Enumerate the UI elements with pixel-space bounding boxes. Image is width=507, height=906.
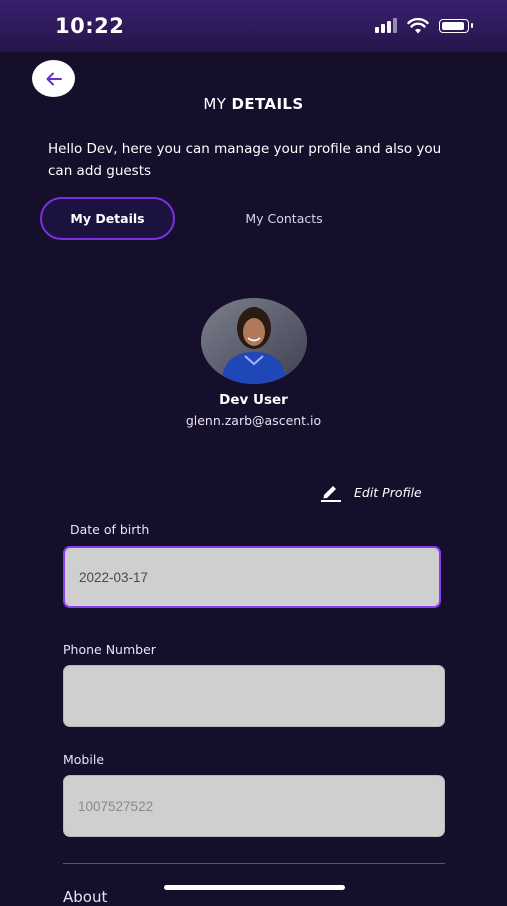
edit-profile-button[interactable]: Edit Profile [320, 482, 422, 502]
about-section-heading[interactable]: About [63, 888, 107, 906]
tab-my-details-label: My Details [70, 211, 145, 226]
status-icons [375, 17, 473, 37]
user-name: Dev User [219, 392, 288, 408]
mobile-placeholder: 1007527522 [78, 798, 154, 814]
dob-label: Date of birth [70, 522, 150, 537]
page-title: MY DETAILS [0, 95, 507, 113]
tab-my-contacts-label: My Contacts [245, 211, 323, 226]
page-title-bold: DETAILS [231, 95, 304, 113]
tab-my-contacts[interactable]: My Contacts [214, 197, 354, 240]
intro-text: Hello Dev, here you can manage your prof… [48, 141, 442, 179]
phone-number-field[interactable] [63, 665, 445, 727]
home-indicator[interactable] [164, 885, 345, 890]
page-title-light: MY [203, 95, 232, 113]
pencil-icon [321, 486, 341, 502]
edit-profile-label: Edit Profile [354, 484, 422, 500]
tab-bar: My Details My Contacts [40, 197, 460, 241]
avatar [201, 298, 307, 384]
battery-icon [439, 19, 473, 33]
back-button[interactable] [32, 60, 75, 97]
dob-field[interactable]: 2022-03-17 [63, 546, 441, 608]
avatar-photo [201, 298, 307, 384]
status-bar: 10:22 [0, 0, 507, 52]
phone-number-label: Phone Number [63, 642, 156, 657]
wifi-icon [407, 17, 429, 34]
arrow-left-icon [46, 72, 62, 85]
mobile-field[interactable]: 1007527522 [63, 775, 445, 837]
mobile-label: Mobile [63, 752, 105, 767]
section-divider [63, 863, 445, 864]
user-email: glenn.zarb@ascent.io [185, 413, 322, 428]
status-time: 10:22 [55, 14, 125, 38]
tab-my-details[interactable]: My Details [40, 197, 175, 240]
dob-value: 2022-03-17 [79, 569, 149, 585]
cellular-signal-icon [375, 17, 399, 35]
